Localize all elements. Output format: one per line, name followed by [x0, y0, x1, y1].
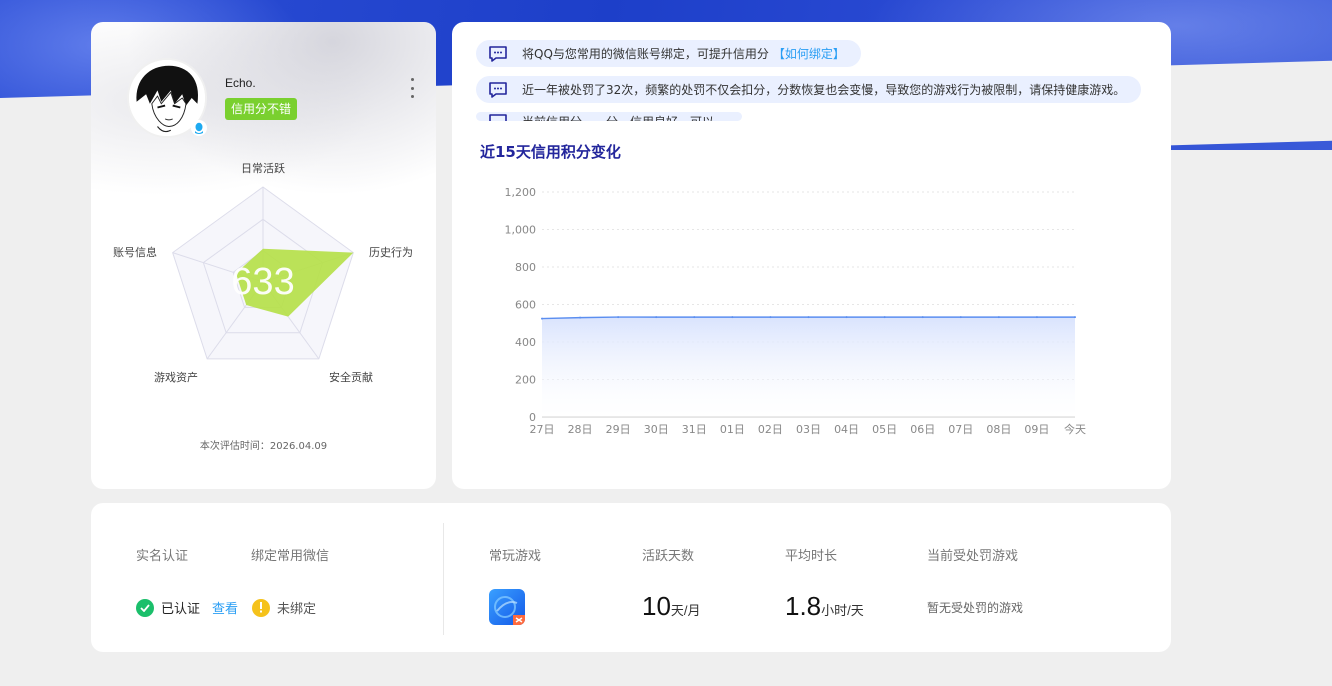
- data-point: [959, 316, 962, 319]
- evaluation-time: 本次评估时间：2026.04.09: [199, 441, 328, 452]
- chart-title: 近15天信用积分变化: [480, 143, 621, 161]
- real-name-label: 实名认证: [136, 549, 189, 564]
- y-tick-label: 800: [515, 261, 536, 274]
- notice-text: 将QQ与您常用的微信账号绑定，可提升信用分: [522, 47, 769, 61]
- notice-text: 近一年被处罚了32次，频繁的处罚不仅会扣分，分数恢复也会变慢，导致您的游戏行为被…: [522, 83, 1126, 97]
- warning-circle-icon: [252, 598, 271, 617]
- x-tick-label: 28日: [568, 423, 593, 436]
- data-point: [921, 316, 924, 319]
- data-point: [579, 316, 582, 319]
- data-point: [1074, 316, 1076, 319]
- unbound-text: 未绑定: [277, 602, 317, 617]
- data-point: [655, 316, 658, 319]
- x-tick-label: 31日: [682, 423, 707, 436]
- active-days-value: 10: [642, 591, 671, 621]
- x-tick-label: 04日: [834, 423, 859, 436]
- no-penalty-text: 暂无受处罚的游戏: [927, 601, 1024, 615]
- radar-label-security: 安全贡献: [329, 370, 373, 384]
- credit-radar-chart: 633 日常活跃 历史行为 安全贡献 游戏资产 账号信息: [113, 161, 413, 384]
- message-icon: [489, 45, 507, 62]
- common-games-label: 常玩游戏: [489, 549, 542, 564]
- active-days-label: 活跃天数: [642, 549, 695, 564]
- active-days-unit: 天/月: [670, 603, 701, 618]
- y-tick-label: 400: [515, 336, 536, 349]
- credit-line-chart: 02004006008001,0001,200 27日 28日 29日 30日 31日 0…: [505, 186, 1087, 436]
- data-point: [541, 317, 543, 320]
- x-tick-label: 今天: [1064, 422, 1086, 436]
- data-point: [731, 316, 734, 319]
- series-area: [542, 317, 1075, 417]
- y-tick-label: 1,200: [505, 186, 537, 199]
- credit-level-badge: 信用分不错: [225, 98, 298, 120]
- data-point: [769, 316, 772, 319]
- check-circle-icon: [136, 598, 154, 617]
- radar-label-daily-activity: 日常活跃: [241, 161, 285, 175]
- game-icon[interactable]: [489, 589, 525, 625]
- avg-duration-value: 1.8: [785, 591, 822, 621]
- radar-label-game-assets: 游戏资产: [154, 370, 198, 384]
- more-options-icon[interactable]: [407, 78, 417, 98]
- x-tick-label: 05日: [872, 423, 897, 436]
- x-tick-label: 03日: [796, 423, 821, 436]
- credit-score: 633: [231, 261, 294, 303]
- qq-icon: [191, 120, 207, 136]
- x-tick-label: 09日: [1024, 423, 1049, 436]
- radar-label-account: 账号信息: [113, 245, 157, 259]
- penalty-games-label: 当前受处罚游戏: [927, 549, 1019, 564]
- notice-bind-wechat: 将QQ与您常用的微信账号绑定，可提升信用分 【如何绑定】: [476, 40, 861, 67]
- y-tick-label: 1,000: [505, 224, 537, 237]
- notice-penalty: 近一年被处罚了32次，频繁的处罚不仅会扣分，分数恢复也会变慢，导致您的游戏行为被…: [476, 76, 1142, 103]
- x-tick-label: 29日: [606, 423, 631, 436]
- avg-duration-label: 平均时长: [785, 549, 838, 564]
- x-tick-label: 07日: [948, 423, 973, 436]
- data-point: [1035, 316, 1038, 319]
- x-tick-label: 06日: [910, 423, 935, 436]
- data-point: [997, 316, 1000, 319]
- active-days: 10天/月: [642, 591, 701, 622]
- how-to-bind-link[interactable]: 【如何绑定】: [773, 45, 845, 62]
- profile-card: Echo. 信用分不错 633 日常活跃 历史行为 安全贡献 游戏资产 账号信息…: [91, 22, 436, 489]
- x-tick-label: 27日: [530, 423, 555, 436]
- y-axis-ticks: 02004006008001,0001,200: [505, 186, 537, 424]
- y-tick-label: 200: [515, 374, 536, 387]
- x-tick-label: 30日: [644, 423, 669, 436]
- real-name-status: 已认证 查看 未绑定: [136, 598, 316, 617]
- notice-partial: 当前信用分……分，信用良好，可以…: [476, 112, 743, 121]
- radar-label-history: 历史行为: [369, 246, 413, 259]
- x-axis-ticks: 27日 28日 29日 30日 31日 01日 02日 03日 04日 05日 06日 07日 08日 0…: [530, 422, 1087, 436]
- y-tick-label: 600: [515, 299, 536, 312]
- credit-chart-card: 将QQ与您常用的微信账号绑定，可提升信用分 【如何绑定】 近一年被处罚了32次，…: [452, 22, 1171, 489]
- verified-text: 已认证: [161, 602, 201, 617]
- notice-text: 当前信用分……分，信用良好，可以…: [522, 113, 726, 121]
- account-summary-card: 实名认证 绑定常用微信 已认证 查看 未绑定 常玩游戏 活跃天数 10天/月 平…: [91, 503, 1171, 652]
- message-icon: [489, 81, 507, 98]
- view-link[interactable]: 查看: [212, 598, 238, 617]
- x-tick-label: 01日: [720, 423, 745, 436]
- avg-duration: 1.8小时/天: [785, 591, 864, 622]
- data-point: [845, 316, 848, 319]
- data-point: [617, 316, 620, 319]
- data-point: [807, 316, 810, 319]
- x-tick-label: 08日: [986, 423, 1011, 436]
- nickname: Echo.: [225, 76, 256, 90]
- avg-duration-unit: 小时/天: [821, 603, 864, 618]
- data-point: [883, 316, 886, 319]
- divider: [443, 523, 444, 635]
- wechat-bind-label: 绑定常用微信: [251, 549, 330, 564]
- x-tick-label: 02日: [758, 423, 783, 436]
- message-icon: [489, 114, 507, 121]
- data-point: [693, 316, 696, 319]
